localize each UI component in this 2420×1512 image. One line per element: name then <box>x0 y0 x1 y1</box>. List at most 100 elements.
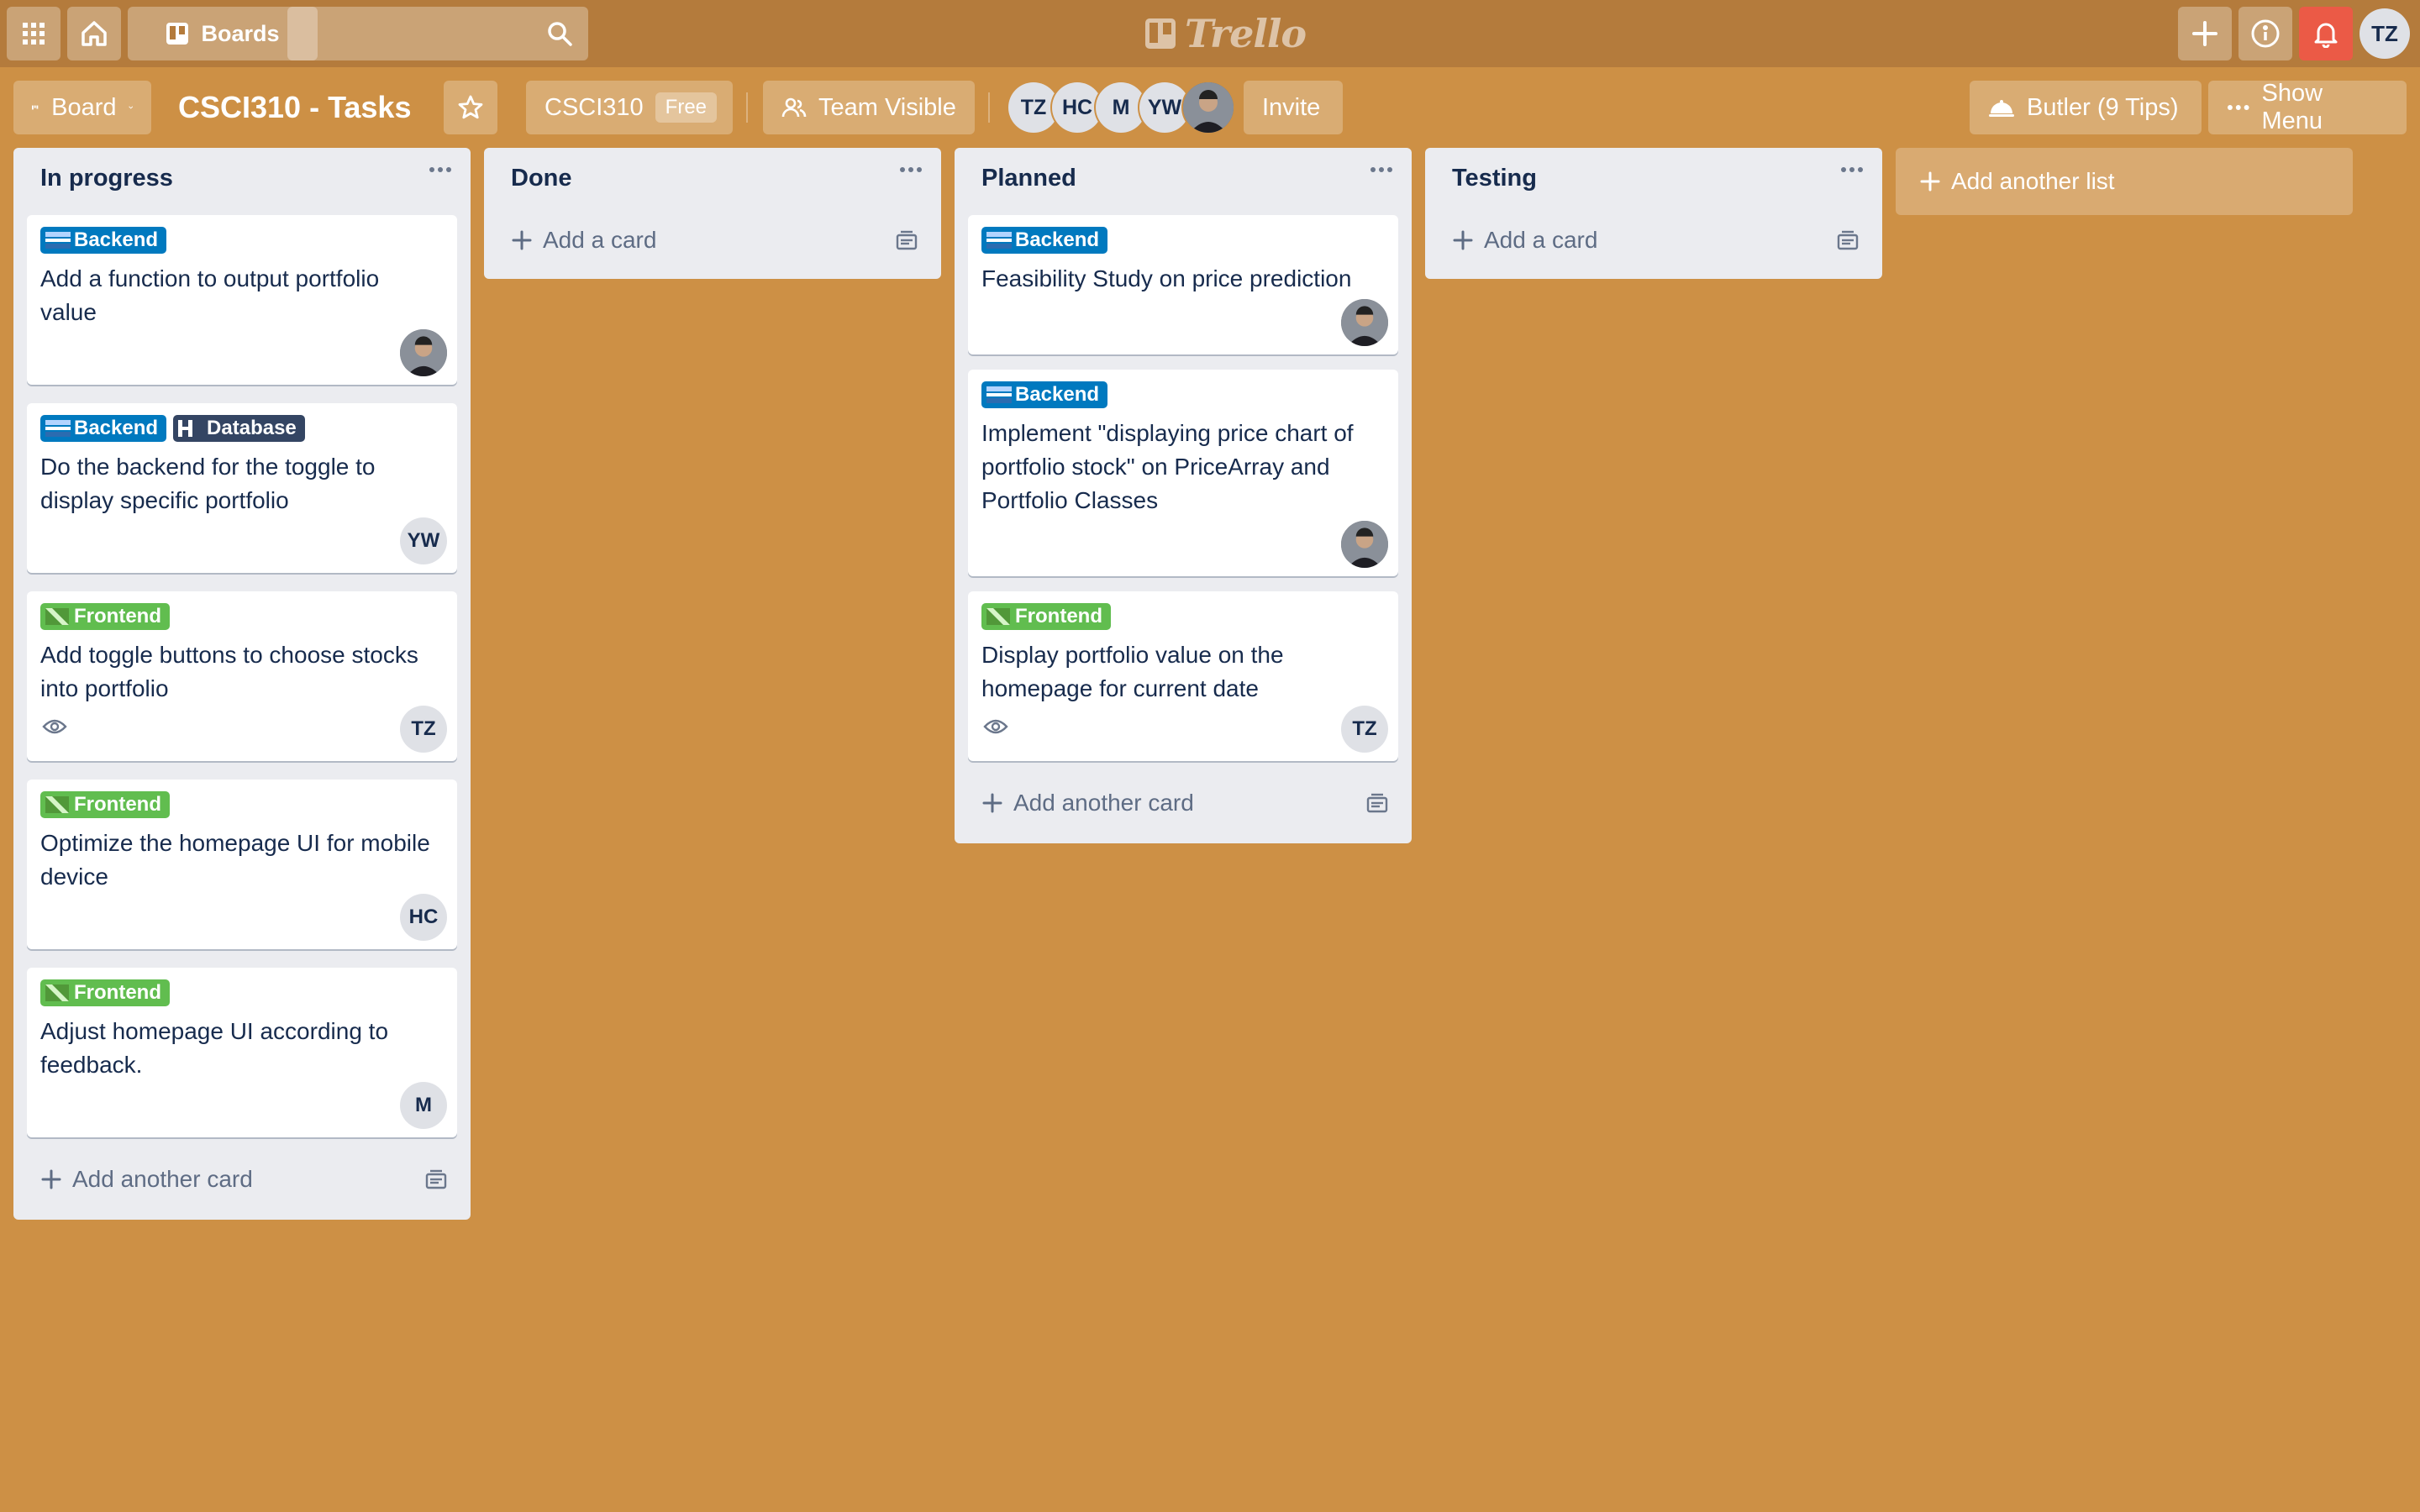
card[interactable]: Backend Feasibility Study on price predi… <box>968 215 1398 354</box>
plus-icon <box>982 793 1002 813</box>
board-view-switcher[interactable]: Board <box>13 81 151 134</box>
card[interactable]: Backend Add a function to output portfol… <box>27 215 457 385</box>
eye-watch-icon <box>983 719 1008 734</box>
card[interactable]: Backend Database Do the backend for the … <box>27 403 457 573</box>
list-menu-icon[interactable] <box>1370 166 1393 173</box>
top-nav: Boards Trello TZ <box>0 0 2420 67</box>
board-view-label: Board <box>51 93 117 121</box>
plus-icon <box>1453 230 1473 250</box>
card-labels: Frontend <box>981 603 1111 630</box>
label-frontend[interactable]: Frontend <box>981 603 1111 630</box>
member-avatar-hc[interactable]: HC <box>1052 82 1102 133</box>
member-avatar-photo[interactable] <box>1183 82 1234 133</box>
board-title[interactable]: CSCI310 - Tasks <box>178 81 411 134</box>
label-database[interactable]: Database <box>173 415 305 442</box>
star-button[interactable] <box>444 81 497 134</box>
backend-label-icon <box>986 386 1012 403</box>
card-labels: Frontend <box>40 791 170 818</box>
list-title[interactable]: Planned <box>981 165 1076 192</box>
visibility-button[interactable]: Team Visible <box>763 81 975 134</box>
list-menu-icon[interactable] <box>899 166 923 173</box>
label-backend[interactable]: Backend <box>40 415 167 442</box>
card-template-icon[interactable] <box>896 230 918 250</box>
label-frontend[interactable]: Frontend <box>40 791 170 818</box>
more-horizontal-icon <box>2227 105 2249 110</box>
card[interactable]: Backend Implement "displaying price char… <box>968 370 1398 576</box>
visibility-label: Team Visible <box>818 93 956 121</box>
card[interactable]: Frontend Add toggle buttons to choose st… <box>27 591 457 761</box>
label-frontend[interactable]: Frontend <box>40 603 170 630</box>
add-card-button[interactable]: Add a card <box>1452 227 1597 254</box>
card-title: Add toggle buttons to choose stocks into… <box>40 642 418 701</box>
assignee-avatar[interactable]: YW <box>400 517 447 564</box>
frontend-label-icon <box>986 608 1010 625</box>
card[interactable]: Frontend Display portfolio value on the … <box>968 591 1398 761</box>
member-avatar-yw[interactable]: YW <box>1139 82 1190 133</box>
list-title[interactable]: In progress <box>40 165 173 192</box>
assignee-avatar[interactable]: HC <box>400 894 447 941</box>
search-icon[interactable] <box>546 20 573 47</box>
team-button[interactable]: CSCI310 Free <box>526 81 733 134</box>
user-avatar[interactable]: TZ <box>2360 8 2410 59</box>
label-backend[interactable]: Backend <box>40 227 167 254</box>
apps-grid-button[interactable] <box>7 7 60 60</box>
add-list-button[interactable]: Add another list <box>1896 148 2353 215</box>
show-menu-label: Show Menu <box>2261 80 2323 134</box>
member-avatar-m[interactable]: M <box>1096 82 1146 133</box>
assignee-photo-avatar[interactable] <box>400 329 447 376</box>
card-template-icon[interactable] <box>1366 793 1388 813</box>
label-frontend[interactable]: Frontend <box>40 979 170 1006</box>
home-button[interactable] <box>67 7 121 60</box>
header-divider <box>746 92 748 123</box>
card-title: Do the backend for the toggle to display… <box>40 454 376 513</box>
home-icon <box>82 21 107 46</box>
info-button[interactable] <box>2238 7 2292 60</box>
label-backend[interactable]: Backend <box>981 227 1108 254</box>
card-labels: Backend <box>981 381 1108 408</box>
assignee-avatar[interactable]: TZ <box>400 706 447 753</box>
chevron-down-icon <box>128 106 133 109</box>
butler-label: Butler (9 Tips) <box>2027 93 2179 121</box>
list-menu-icon[interactable] <box>429 166 452 173</box>
list-title[interactable]: Testing <box>1452 165 1537 192</box>
list-planned: Planned Backend Feasibility Study on pri… <box>955 148 1412 843</box>
card-labels: Backend Database <box>40 415 305 442</box>
trello-logo-icon <box>1145 18 1176 49</box>
team-visibility-icon <box>781 97 807 118</box>
plus-icon <box>2192 21 2217 46</box>
card[interactable]: Frontend Adjust homepage UI according to… <box>27 968 457 1137</box>
list-menu-icon[interactable] <box>1840 166 1864 173</box>
card-title: Feasibility Study on price prediction <box>981 265 1352 291</box>
assignee-photo-avatar[interactable] <box>1341 521 1388 568</box>
card-labels: Backend <box>40 227 167 254</box>
butler-button[interactable]: Butler (9 Tips) <box>1970 81 2202 134</box>
plus-icon <box>512 230 532 250</box>
add-card-button[interactable]: Add another card <box>40 1166 253 1193</box>
assignee-photo-avatar[interactable] <box>1341 299 1388 346</box>
backend-label-icon <box>986 232 1012 249</box>
plus-icon <box>41 1169 61 1189</box>
notifications-button[interactable] <box>2299 7 2353 60</box>
assignee-avatar[interactable]: M <box>400 1082 447 1129</box>
eye-watch-icon <box>42 719 67 734</box>
header-divider <box>988 92 990 123</box>
label-backend[interactable]: Backend <box>981 381 1108 408</box>
create-button[interactable] <box>2178 7 2232 60</box>
list-in-progress: In progress Backend Add a function to ou… <box>13 148 471 1220</box>
invite-button[interactable]: Invite <box>1244 81 1343 134</box>
list-title[interactable]: Done <box>511 165 572 192</box>
member-avatar-tz[interactable]: TZ <box>1008 82 1059 133</box>
search-input[interactable] <box>287 7 558 60</box>
add-card-button[interactable]: Add a card <box>511 227 656 254</box>
butler-bell-icon <box>1989 100 2014 117</box>
assignee-avatar[interactable]: TZ <box>1341 706 1388 753</box>
plus-icon <box>1920 171 1940 192</box>
apps-grid-icon <box>23 23 45 45</box>
card-template-icon[interactable] <box>425 1169 447 1189</box>
card[interactable]: Frontend Optimize the homepage UI for mo… <box>27 780 457 949</box>
card-template-icon[interactable] <box>1837 230 1859 250</box>
add-card-button[interactable]: Add another card <box>981 790 1194 816</box>
show-menu-button[interactable]: Show Menu <box>2208 80 2407 134</box>
trello-logo[interactable]: Trello <box>1144 10 1307 57</box>
search-field[interactable] <box>287 7 588 60</box>
